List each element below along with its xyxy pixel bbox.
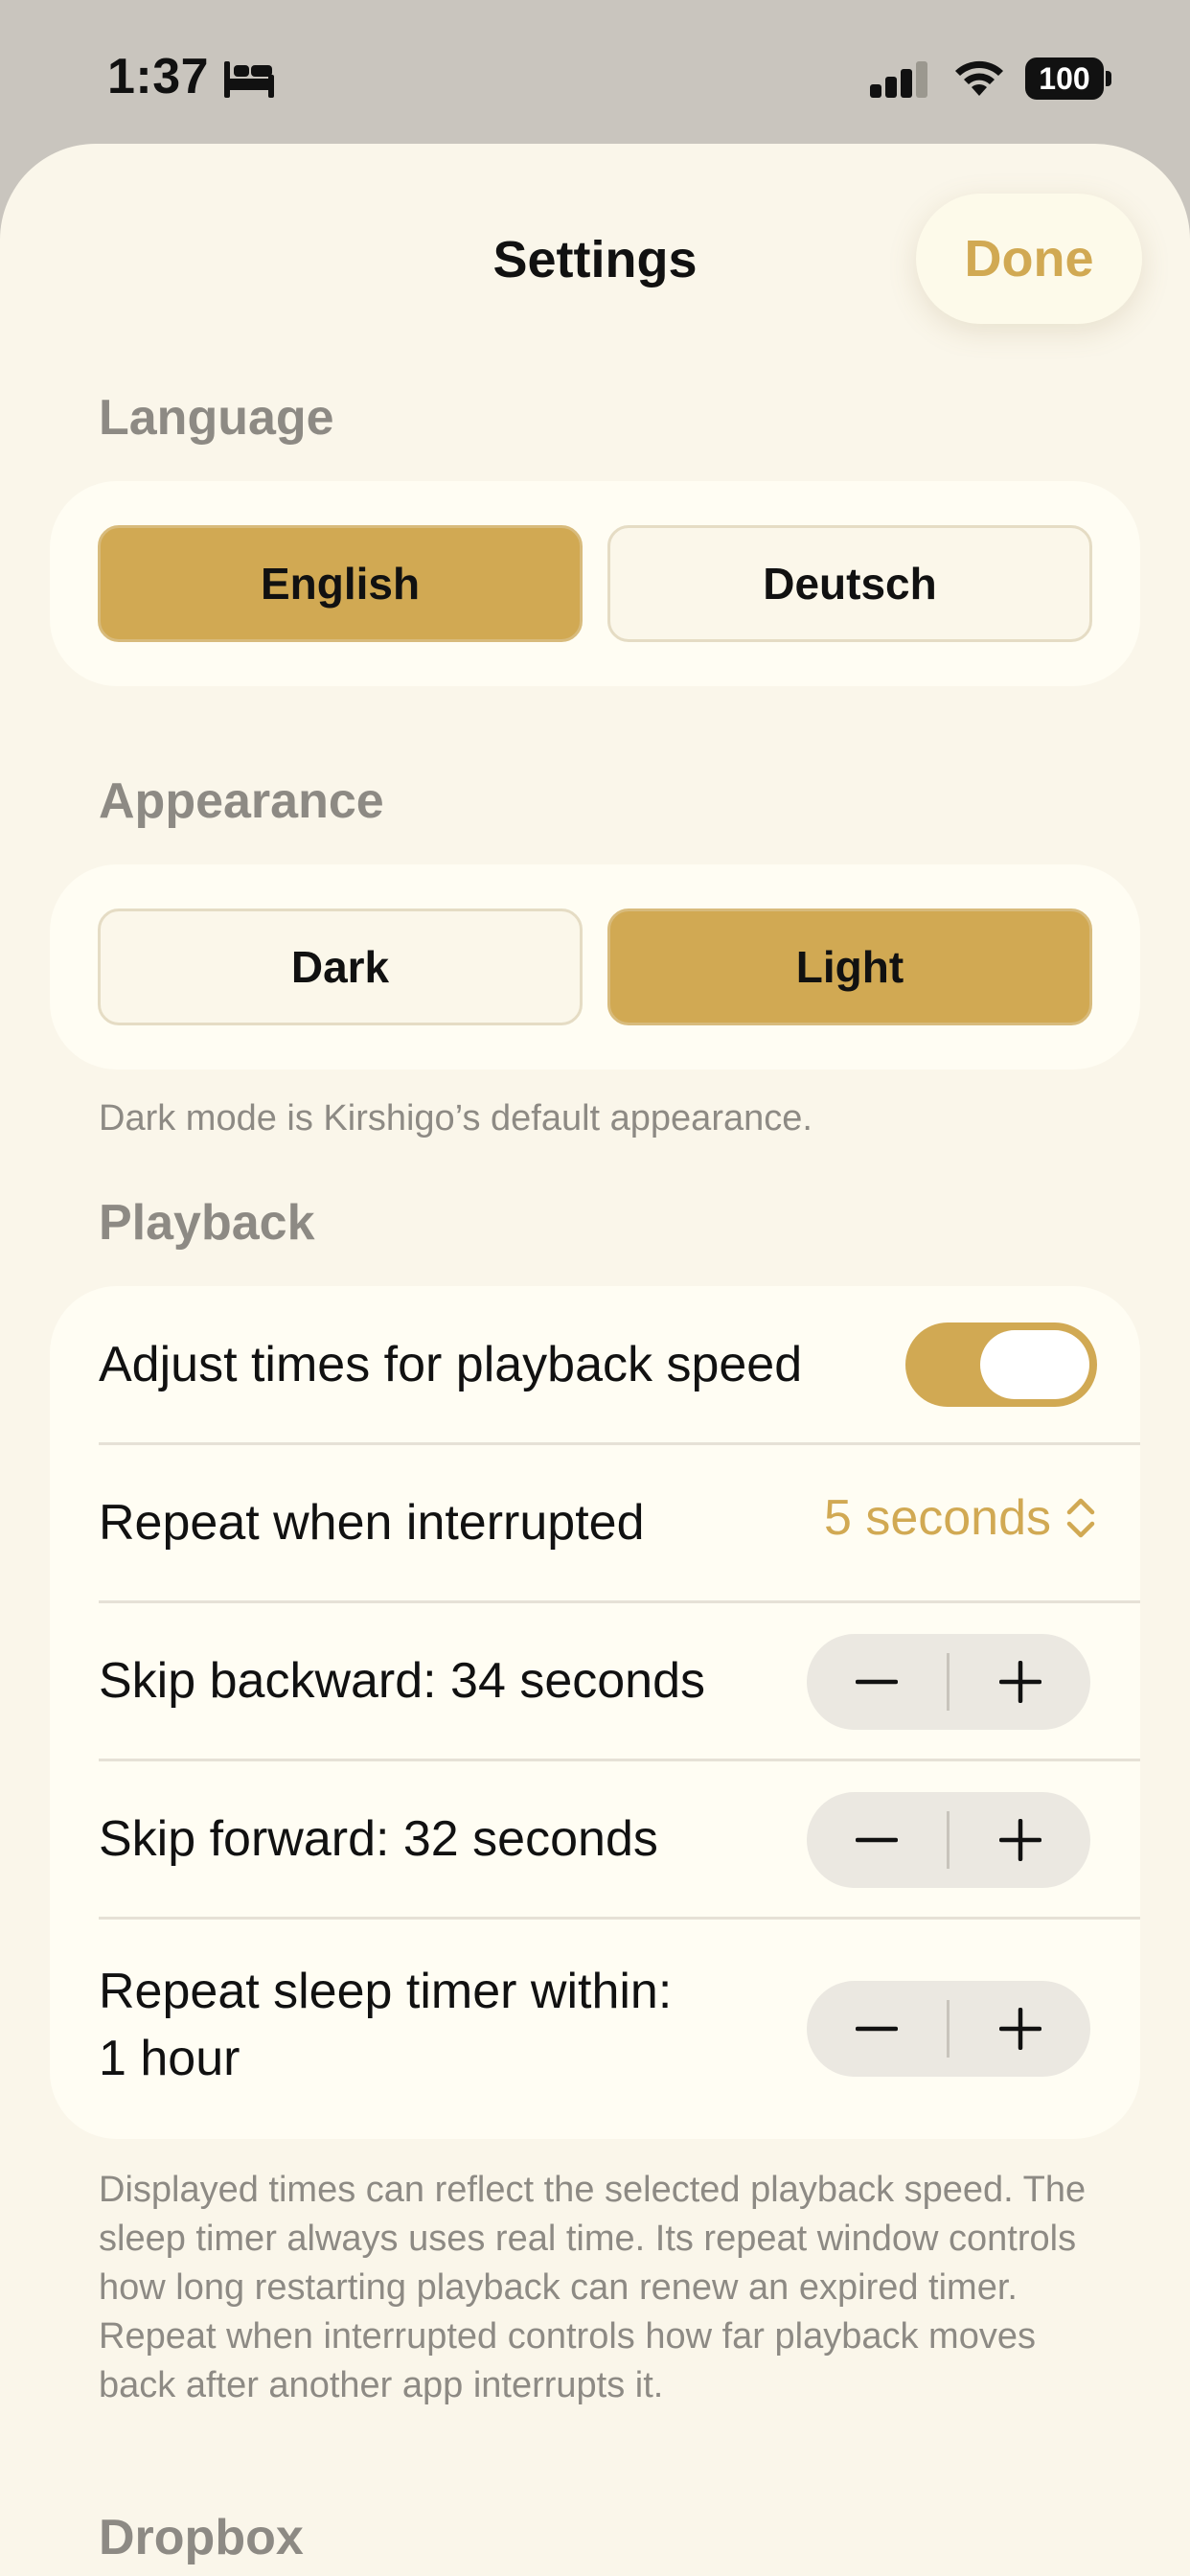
skip-forward-decrement-button[interactable] [807, 1792, 947, 1888]
row-adjust-times: Adjust times for playback speed [50, 1286, 1140, 1444]
minus-icon [856, 2026, 898, 2032]
section-header-appearance: Appearance [99, 773, 384, 829]
status-time: 1:37 [107, 49, 210, 104]
done-button[interactable]: Done [916, 194, 1142, 324]
skip-forward-stepper [807, 1792, 1090, 1888]
stepper-separator [947, 2000, 950, 2058]
repeat-interrupted-picker[interactable]: 5 seconds [824, 1489, 1097, 1547]
skip-backward-decrement-button[interactable] [807, 1634, 947, 1730]
appearance-option-dark[interactable]: Dark [98, 908, 583, 1025]
language-option-deutsch[interactable]: Deutsch [607, 525, 1092, 642]
chevron-up-down-icon [1066, 1498, 1095, 1538]
section-header-language: Language [99, 390, 334, 446]
battery-cap [1106, 71, 1111, 86]
playback-card: Adjust times for playback speed Repeat w… [50, 1286, 1140, 2139]
appearance-card: Dark Light [50, 864, 1140, 1070]
sleep-timer-stepper [807, 1981, 1090, 2077]
skip-backward-label: Skip backward: 34 seconds [99, 1653, 706, 1709]
plus-icon [999, 1819, 1041, 1861]
row-sleep-timer: Repeat sleep timer within: 1 hour [50, 1920, 1140, 2139]
skip-forward-increment-button[interactable] [950, 1792, 1090, 1888]
skip-forward-label: Skip forward: 32 seconds [99, 1811, 658, 1867]
sleep-timer-label: Repeat sleep timer within: 1 hour [99, 1958, 672, 2092]
repeat-interrupted-value: 5 seconds [823, 1490, 1051, 1546]
sleep-timer-decrement-button[interactable] [807, 1981, 947, 2077]
section-header-playback: Playback [99, 1195, 315, 1251]
plus-icon [999, 1661, 1041, 1703]
plus-icon [999, 2008, 1041, 2050]
sleep-timer-label-line2: 1 hour [99, 2031, 240, 2086]
row-skip-forward: Skip forward: 32 seconds [50, 1761, 1140, 1919]
skip-backward-increment-button[interactable] [950, 1634, 1090, 1730]
adjust-times-toggle[interactable] [905, 1322, 1097, 1407]
row-repeat-interrupted: Repeat when interrupted 5 seconds [50, 1445, 1140, 1602]
cellular-signal-icon [870, 61, 927, 98]
bed-icon [224, 61, 274, 98]
stepper-separator [947, 1653, 950, 1711]
battery-indicator: 100 [1025, 58, 1111, 100]
sleep-timer-increment-button[interactable] [950, 1981, 1090, 2077]
battery-level: 100 [1025, 58, 1104, 100]
stepper-separator [947, 1811, 950, 1869]
playback-footnote: Displayed times can reflect the selected… [99, 2170, 1087, 2405]
appearance-option-light[interactable]: Light [607, 908, 1092, 1025]
language-option-english[interactable]: English [98, 525, 583, 642]
toggle-knob [980, 1330, 1089, 1399]
section-header-dropbox: Dropbox [99, 2510, 304, 2565]
sleep-timer-label-line1: Repeat sleep timer within: [99, 1964, 673, 2019]
appearance-footnote: Dark mode is Kirshigo’s default appearan… [99, 1098, 812, 1138]
minus-icon [856, 1679, 898, 1685]
minus-icon [856, 1837, 898, 1843]
status-bar: 1:37 100 [0, 0, 1190, 144]
repeat-interrupted-label: Repeat when interrupted [99, 1495, 645, 1551]
language-card: English Deutsch [50, 481, 1140, 686]
row-skip-backward: Skip backward: 34 seconds [50, 1603, 1140, 1760]
wifi-icon [955, 60, 1003, 96]
adjust-times-label: Adjust times for playback speed [99, 1337, 803, 1392]
settings-sheet: Settings Done Language English Deutsch A… [0, 144, 1190, 2576]
skip-backward-stepper [807, 1634, 1090, 1730]
